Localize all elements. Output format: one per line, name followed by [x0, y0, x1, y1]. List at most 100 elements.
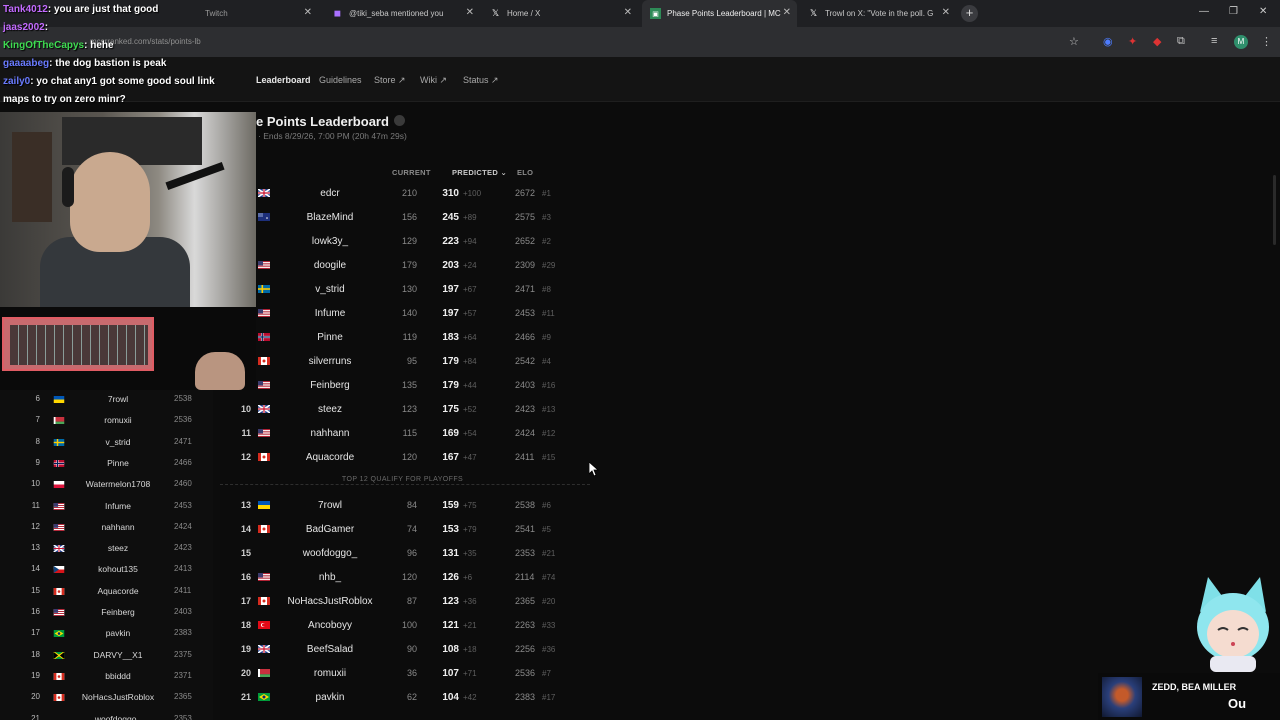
mascot-avatar — [1197, 577, 1269, 672]
side-rank: 17 — [31, 628, 40, 638]
player-name[interactable]: nhb_ — [271, 572, 389, 583]
nav-guidelines[interactable]: Guidelines — [319, 75, 362, 85]
stream-chat: Tank4012: you are just that good jaas2002… — [0, 0, 256, 112]
external-link-icon: ↗ — [491, 75, 499, 85]
side-elo: 2403 — [174, 607, 192, 616]
player-name[interactable]: romuxii — [271, 668, 389, 679]
points-delta: +42 — [463, 693, 477, 702]
leaderboard-row[interactable]: v_strid 130 197 +67 2471 #8 — [215, 277, 595, 301]
player-name[interactable]: v_strid — [271, 284, 389, 295]
tab-leaderboard[interactable]: ▣ Phase Points Leaderboard | MC ✕ — [642, 0, 797, 27]
leaderboard-row[interactable]: lowk3y_ 129 223 +94 2652 #2 — [215, 229, 595, 253]
nav-wiki[interactable]: Wiki ↗ — [420, 75, 447, 86]
leaderboard-row[interactable]: 16 nhb_ 120 126 +6 2114 #74 — [215, 565, 595, 589]
season-end-time: · Ends 8/29/26, 7:00 PM (20h 47m 29s) — [258, 131, 407, 141]
leaderboard-row[interactable]: 13 7rowl 84 159 +75 2538 #6 — [215, 493, 595, 517]
scrollbar[interactable] — [1273, 175, 1276, 245]
close-icon[interactable]: ✕ — [942, 8, 950, 18]
side-leaderboard-row: 13 steez 2423 — [0, 539, 213, 560]
elo-value: 2536 — [515, 668, 536, 678]
side-rank: 13 — [31, 543, 40, 553]
nav-store[interactable]: Store ↗ — [374, 75, 406, 86]
close-icon[interactable]: ✕ — [783, 8, 791, 18]
tab-trowl-x[interactable]: 𝕏 Trowl on X: "Vote in the poll. G ✕ — [800, 0, 956, 27]
close-icon[interactable]: ✕ — [304, 8, 312, 18]
leaderboard-row[interactable]: 18 Ancoboyy 100 121 +21 2263 #33 — [215, 613, 595, 637]
bookmark-star-icon[interactable]: ☆ — [1069, 35, 1079, 48]
player-name[interactable]: steez — [271, 404, 389, 415]
extension-icon[interactable]: ✦ — [1128, 35, 1137, 48]
leaderboard-row[interactable]: doogile 179 203 +24 2309 #29 — [215, 253, 595, 277]
leaderboard-row[interactable]: 21 pavkin 62 104 +42 2383 #17 — [215, 685, 595, 709]
flag-icon-au — [258, 213, 270, 221]
player-name[interactable]: 7rowl — [271, 500, 389, 511]
column-elo[interactable]: ELO — [517, 168, 533, 177]
player-name[interactable]: Feinberg — [271, 380, 389, 391]
side-leaderboard-row: 18 DARVY__X1 2375 — [0, 646, 213, 667]
leaderboard-row[interactable]: silverruns 95 179 +84 2542 #4 — [215, 349, 595, 373]
leaderboard-row[interactable]: 20 romuxii 36 107 +71 2536 #7 — [215, 661, 595, 685]
column-predicted[interactable]: PREDICTED ⌄ — [452, 168, 507, 177]
leaderboard-row[interactable]: 12 Aquacorde 120 167 +47 2411 #15 — [215, 445, 595, 469]
close-icon[interactable]: ✕ — [466, 8, 474, 18]
elo-value: 2411 — [515, 452, 535, 462]
player-name[interactable]: BlazeMind — [271, 212, 389, 223]
webcam-feed — [0, 112, 256, 307]
leaderboard-row[interactable]: Feinberg 135 179 +44 2403 #16 — [215, 373, 595, 397]
chat-username: jaas2002 — [3, 22, 45, 33]
profile-avatar[interactable]: M — [1234, 35, 1248, 49]
row-rank: 12 — [240, 452, 251, 462]
player-name[interactable]: nahhann — [271, 428, 389, 439]
tab-home-x[interactable]: 𝕏 Home / X ✕ — [482, 0, 638, 27]
leaderboard-row[interactable]: 19 BeefSalad 90 108 +18 2256 #36 — [215, 637, 595, 661]
side-player-name: v_strid — [105, 436, 131, 447]
side-rank: 9 — [35, 457, 40, 467]
player-name[interactable]: Infume — [271, 308, 389, 319]
leaderboard-row[interactable]: 11 nahhann 115 169 +54 2424 #12 — [215, 421, 595, 445]
info-icon[interactable] — [394, 115, 405, 126]
player-name[interactable]: Pinne — [271, 332, 389, 343]
player-name[interactable]: woofdoggo_ — [271, 548, 389, 559]
album-art — [1102, 677, 1142, 717]
leaderboard-row[interactable]: Infume 140 197 +57 2453 #11 — [215, 301, 595, 325]
leaderboard-row[interactable]: 10 steez 123 175 +52 2423 #13 — [215, 397, 595, 421]
leaderboard-row[interactable]: BlazeMind 156 245 +89 2575 #3 — [215, 205, 595, 229]
elo-rank: #29 — [542, 261, 556, 270]
player-name[interactable]: BeefSalad — [271, 644, 389, 655]
extensions-puzzle-icon[interactable]: ⧉ — [1177, 35, 1185, 48]
reading-list-icon[interactable]: ≡ — [1211, 35, 1217, 47]
leaderboard-row[interactable]: 15 woofdoggo_ 96 131 +35 2353 #21 — [215, 541, 595, 565]
tab-label: Trowl on X: "Vote in the poll. G — [825, 9, 934, 18]
leaderboard-row[interactable]: Pinne 119 183 +64 2466 #9 — [215, 325, 595, 349]
player-name[interactable]: pavkin — [271, 692, 389, 703]
nav-leaderboard[interactable]: Leaderboard — [256, 75, 311, 85]
predicted-points: 203 — [442, 260, 459, 271]
minimize-icon[interactable]: — — [1199, 6, 1209, 17]
player-name[interactable]: edcr — [271, 188, 389, 199]
player-name[interactable]: BadGamer — [271, 524, 389, 535]
player-name[interactable]: NoHacsJustRoblox — [271, 596, 389, 607]
row-rank: 10 — [240, 404, 251, 414]
new-tab-button[interactable]: + — [961, 5, 978, 22]
elo-value: 2541 — [515, 524, 536, 534]
nav-status[interactable]: Status ↗ — [463, 75, 499, 86]
elo-rank: #33 — [542, 621, 556, 630]
close-icon[interactable]: ✕ — [624, 8, 632, 18]
extension-icon[interactable]: ◆ — [1153, 35, 1161, 48]
maximize-icon[interactable]: ❐ — [1229, 6, 1238, 17]
column-current[interactable]: CURRENT — [392, 168, 431, 177]
extension-icon[interactable]: ◉ — [1103, 35, 1113, 48]
leaderboard-row[interactable]: edcr 210 310 +100 2672 #1 — [215, 181, 595, 205]
player-name[interactable]: doogile — [271, 260, 389, 271]
player-name[interactable]: Aquacorde — [271, 452, 389, 463]
tab-mention[interactable]: ◼ @tiki_seba mentioned you ✕ — [324, 0, 480, 27]
player-name[interactable]: lowk3y_ — [271, 236, 389, 247]
player-name[interactable]: Ancoboyy — [271, 620, 389, 631]
elo-value: 2353 — [515, 548, 536, 558]
predicted-points: 179 — [442, 356, 459, 367]
player-name[interactable]: silverruns — [271, 356, 389, 367]
close-window-icon[interactable]: ✕ — [1259, 6, 1267, 17]
menu-dots-icon[interactable]: ⋮ — [1261, 35, 1272, 48]
leaderboard-row[interactable]: 14 BadGamer 74 153 +79 2541 #5 — [215, 517, 595, 541]
leaderboard-row[interactable]: 17 NoHacsJustRoblox 87 123 +36 2365 #20 — [215, 589, 595, 613]
